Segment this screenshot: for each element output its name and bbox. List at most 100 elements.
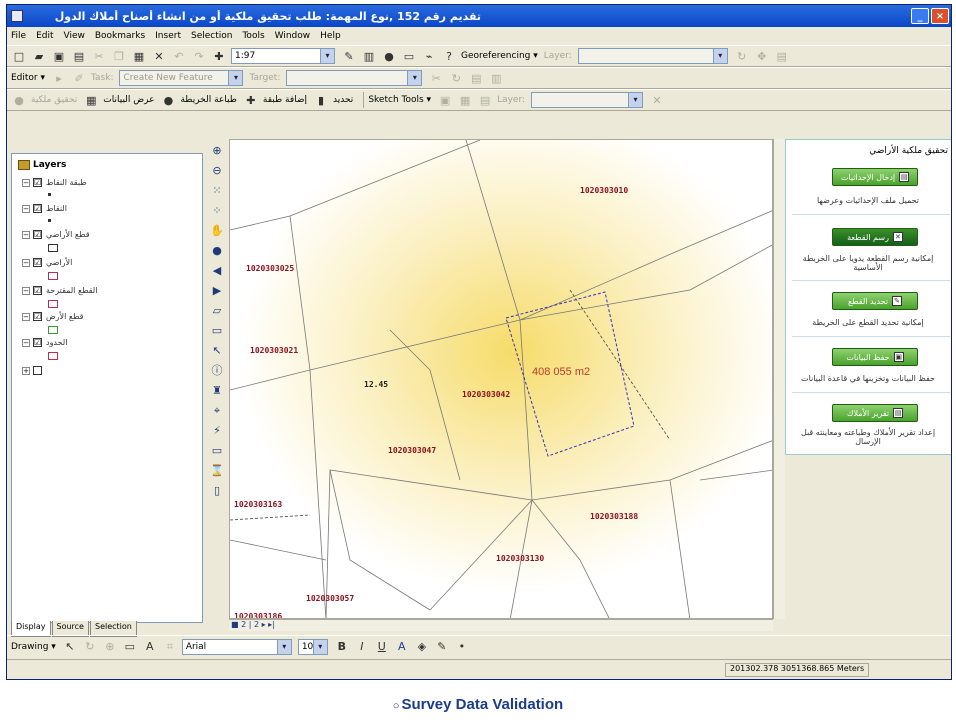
select-elements-icon[interactable]: ↖ <box>62 639 78 655</box>
clear-selection-icon[interactable]: ▭ <box>209 323 225 339</box>
edit-tool-icon[interactable]: ▸ <box>51 70 67 86</box>
collapse-icon[interactable]: − <box>22 204 30 213</box>
fixed-zoom-in-icon[interactable]: ⁙ <box>209 183 225 199</box>
layer-icon[interactable]: ▤ <box>477 92 493 108</box>
target-combo[interactable]: ▾ <box>286 70 423 86</box>
rotate-icon[interactable]: ↻ <box>734 48 750 64</box>
command-line-icon[interactable]: ▭ <box>401 48 417 64</box>
pan-icon[interactable]: ✋ <box>209 223 225 239</box>
table-icon[interactable]: ▦ <box>83 92 99 108</box>
identify-ownership-icon[interactable]: ● <box>11 92 27 108</box>
find-icon[interactable]: ♜ <box>209 383 225 399</box>
layer-checkbox[interactable]: ☑ <box>33 178 42 187</box>
menu-bookmarks[interactable]: Bookmarks <box>95 31 145 41</box>
collapse-icon[interactable]: − <box>22 230 30 239</box>
page-navigator[interactable]: ■ 2 | 2 ▸ ▸| <box>231 620 275 629</box>
custom-button-4[interactable]: إضافة طبقة <box>263 95 307 105</box>
info-icon[interactable]: ● <box>160 92 176 108</box>
collapse-icon[interactable]: − <box>22 258 30 267</box>
underline-button[interactable]: U <box>374 639 390 655</box>
new-icon[interactable]: □ <box>11 48 27 64</box>
select-elements-icon[interactable]: ↖ <box>209 343 225 359</box>
rectangle-icon[interactable]: ▭ <box>122 639 138 655</box>
text-icon[interactable]: A <box>142 639 158 655</box>
measure-icon[interactable]: ⌖ <box>209 403 225 419</box>
snap-icon[interactable]: ▣ <box>437 92 453 108</box>
shift-icon[interactable]: ✥ <box>754 48 770 64</box>
layout-icon[interactable]: ▯ <box>209 483 225 499</box>
map-view[interactable]: 1020303010 1020303025 1020303021 1020303… <box>229 139 773 619</box>
layer-checkbox[interactable] <box>33 366 42 375</box>
time-slider-icon[interactable]: ⌛ <box>209 463 225 479</box>
drawing-menu[interactable]: Drawing ▾ <box>11 642 56 652</box>
split-tool-icon[interactable]: ✂ <box>428 70 444 86</box>
collapse-icon[interactable]: − <box>22 286 30 295</box>
menu-view[interactable]: View <box>64 31 85 41</box>
layer-checkbox[interactable]: ☑ <box>33 286 42 295</box>
menu-edit[interactable]: Edit <box>36 31 53 41</box>
print-icon[interactable]: ▤ <box>71 48 87 64</box>
attributes-icon[interactable]: ▤ <box>468 70 484 86</box>
copy-icon[interactable]: ❐ <box>111 48 127 64</box>
menu-tools[interactable]: Tools <box>242 31 264 41</box>
georeferencing-menu[interactable]: Georeferencing ▾ <box>461 51 538 61</box>
menu-window[interactable]: Window <box>275 31 311 41</box>
toc-root[interactable]: Layers <box>18 160 66 170</box>
full-extent-icon[interactable]: ● <box>209 243 225 259</box>
layer-checkbox[interactable]: ☑ <box>33 258 42 267</box>
fixed-zoom-out-icon[interactable]: ⁘ <box>209 203 225 219</box>
custom-button-1[interactable]: تحقيق ملكية <box>31 95 77 105</box>
clear-icon[interactable]: ✕ <box>649 92 665 108</box>
sketch-layer-combo[interactable]: ▾ <box>531 92 644 108</box>
load-coordinates-button[interactable]: ▤ إدخال الإحداثيات <box>832 168 918 186</box>
redo-icon[interactable]: ↷ <box>191 48 207 64</box>
zoom-out-icon[interactable]: ⊖ <box>209 163 225 179</box>
model-builder-icon[interactable]: ⌁ <box>421 48 437 64</box>
select-parcels-button[interactable]: ✎ تحديد القطع <box>832 292 918 310</box>
georef-layer-combo[interactable]: ▾ <box>577 48 728 64</box>
zoom-in-icon[interactable]: ⊕ <box>209 143 225 159</box>
italic-button[interactable]: I <box>354 639 370 655</box>
custom-button-3[interactable]: طباعة الخريطة <box>180 95 236 105</box>
layer-checkbox[interactable]: ☑ <box>33 338 42 347</box>
collapse-icon[interactable]: − <box>22 338 30 347</box>
identify-icon[interactable]: ⓘ <box>209 363 225 379</box>
save-icon[interactable]: ▣ <box>51 48 67 64</box>
line-color-icon[interactable]: ✎ <box>434 639 450 655</box>
menu-help[interactable]: Help <box>320 31 341 41</box>
select-features-icon[interactable]: ▱ <box>209 303 225 319</box>
menu-insert[interactable]: Insert <box>155 31 181 41</box>
layer-checkbox[interactable]: ☑ <box>33 204 42 213</box>
back-extent-icon[interactable]: ◀ <box>209 263 225 279</box>
link-table-icon[interactable]: ▤ <box>774 48 790 64</box>
hyperlink-icon[interactable]: ⚡ <box>209 423 225 439</box>
layer-checkbox[interactable]: ☑ <box>33 312 42 321</box>
layer-item[interactable]: − ☑ الحدود <box>22 338 67 347</box>
toolbox-icon[interactable]: ● <box>381 48 397 64</box>
close-icon[interactable]: × <box>931 8 949 24</box>
task-combo[interactable]: Create New Feature ▾ <box>119 70 244 86</box>
menu-selection[interactable]: Selection <box>191 31 232 41</box>
draw-parcel-button[interactable]: ✕ رسم القطعة <box>832 228 918 246</box>
trace-icon[interactable]: ▦ <box>457 92 473 108</box>
custom-button-2[interactable]: عرض البيانات <box>103 95 154 105</box>
zoom-to-selected-icon[interactable]: ⊕ <box>102 639 118 655</box>
editor-menu[interactable]: Editor ▾ <box>11 73 45 83</box>
edit-vertices-icon[interactable]: ⌗ <box>162 639 178 655</box>
undo-icon[interactable]: ↶ <box>171 48 187 64</box>
layer-checkbox[interactable]: ☑ <box>33 230 42 239</box>
layer-item[interactable]: − ☑ قطع الأرض <box>22 312 84 321</box>
html-popup-icon[interactable]: ▭ <box>209 443 225 459</box>
catalog-icon[interactable]: ▥ <box>361 48 377 64</box>
layer-item[interactable]: − ☑ النقاط <box>22 204 67 213</box>
property-report-button[interactable]: ▤ تقرير الأملاك <box>832 404 918 422</box>
add-data-icon[interactable]: ✚ <box>211 48 227 64</box>
layer-item[interactable]: − ☑ قطع الأراضي <box>22 230 90 239</box>
font-combo[interactable]: Arial ▾ <box>181 638 292 655</box>
scale-combo[interactable]: 1:97 ▾ <box>231 48 335 64</box>
save-data-button[interactable]: ▣ حفظ البيانات <box>832 348 918 366</box>
custom-button-5[interactable]: تحديد <box>333 95 353 105</box>
sketch-tool-icon[interactable]: ✐ <box>71 70 87 86</box>
paste-icon[interactable]: ▦ <box>131 48 147 64</box>
collapse-icon[interactable]: − <box>22 178 30 187</box>
